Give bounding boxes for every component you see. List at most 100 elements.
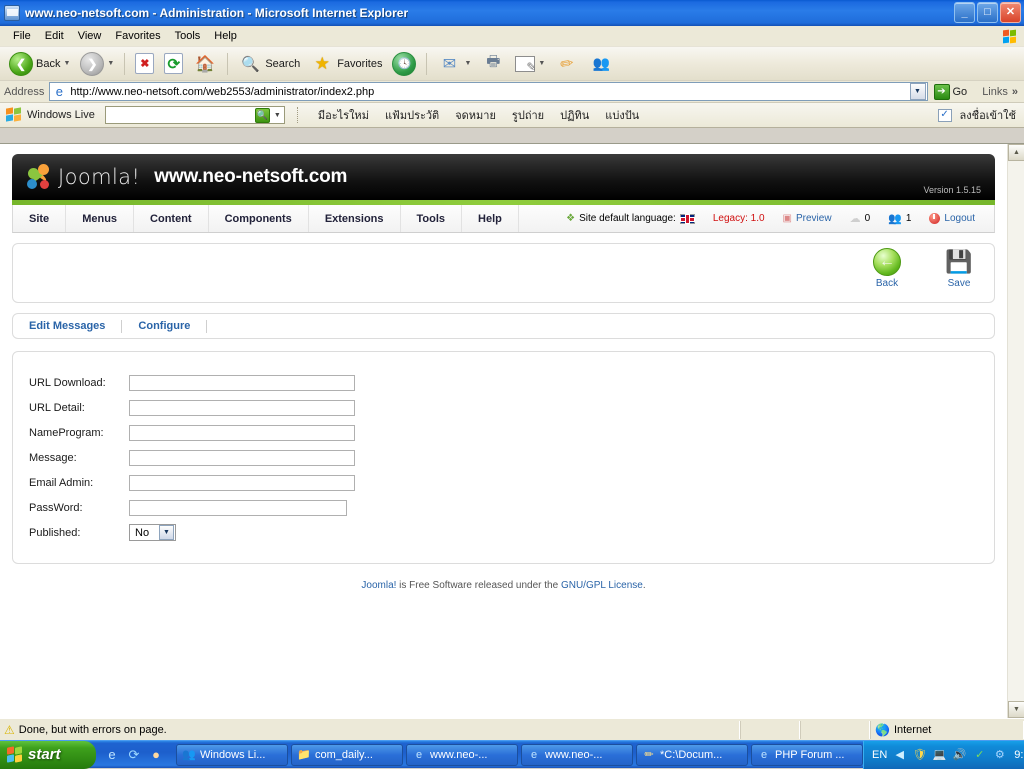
menu-item-favorites[interactable]: Favorites: [108, 28, 167, 44]
joomla-menu-extensions[interactable]: Extensions: [309, 205, 401, 232]
tab-configure[interactable]: Configure: [122, 320, 206, 332]
favorites-button[interactable]: Favorites: [305, 50, 387, 78]
taskbar-item-label: www.neo-...: [545, 748, 603, 761]
chevron-down-icon: ▼: [538, 60, 546, 67]
back-button[interactable]: Back ▼: [4, 50, 75, 78]
chevron-right-icon: »: [1011, 85, 1018, 98]
taskbar-item-com-daily[interactable]: 📁 com_daily...: [291, 743, 403, 766]
users-indicator[interactable]: 👥 1: [879, 212, 920, 225]
chevron-down-icon[interactable]: ▼: [159, 525, 174, 540]
input-message[interactable]: [129, 449, 355, 466]
joomla-menu-site[interactable]: Site: [13, 205, 67, 232]
star-icon: [310, 52, 334, 76]
select-published[interactable]: No ▼: [129, 524, 176, 541]
go-button-label: Go: [952, 85, 968, 98]
search-icon[interactable]: 🔍: [254, 107, 270, 123]
go-button[interactable]: ➔ Go: [928, 83, 979, 100]
minimize-button[interactable]: _: [954, 2, 975, 23]
wl-link-photos[interactable]: รูปถ่าย: [504, 106, 552, 124]
print-button[interactable]: [476, 50, 510, 78]
refresh-icon[interactable]: ⟳: [126, 747, 142, 763]
joomla-menu-components[interactable]: Components: [209, 205, 309, 232]
taskbar-item-windows-live[interactable]: 👥 Windows Li...: [176, 743, 288, 766]
links-label: Links: [982, 85, 1008, 98]
messages-indicator[interactable]: ☁ 0: [841, 212, 880, 225]
taskbar-item-neo-1[interactable]: e www.neo-...: [406, 743, 518, 766]
stop-button[interactable]: [130, 51, 159, 76]
scroll-up-button[interactable]: ▲: [1008, 144, 1024, 161]
updates-icon[interactable]: ⚙: [992, 747, 1007, 762]
status-zone-label: Internet: [893, 723, 932, 736]
close-button[interactable]: ✕: [1000, 2, 1021, 23]
joomla-menu-help[interactable]: Help: [462, 205, 519, 232]
uk-flag-icon: [679, 213, 695, 224]
wl-link-mail[interactable]: จดหมาย: [447, 106, 504, 124]
joomla-menu-content[interactable]: Content: [134, 205, 209, 232]
message-bubble-icon: ☁: [849, 213, 861, 225]
toolbar-back-button[interactable]: Back: [862, 248, 912, 289]
mail-button[interactable]: ▼: [432, 50, 476, 78]
links-button[interactable]: Links »: [978, 86, 1022, 98]
tray-chevron-icon[interactable]: ◀: [892, 747, 907, 762]
windows-live-toolbar: Windows Live 🔍 ▼ มีอะไรใหม่ แฟ้มประวัติ …: [0, 103, 1024, 128]
clock[interactable]: 9:14: [1014, 749, 1024, 761]
wl-link-share[interactable]: แบ่งปัน: [597, 106, 647, 124]
ie-icon: e: [530, 748, 538, 761]
maximize-button[interactable]: □: [977, 2, 998, 23]
taskbar-item-document[interactable]: ✏ *C:\Docum...: [636, 743, 748, 766]
shield-icon[interactable]: 🛡: [912, 747, 927, 762]
language-indicator[interactable]: EN: [872, 749, 887, 761]
edit-button[interactable]: ▼: [510, 54, 550, 74]
joomla-logo: Joomla!: [26, 164, 140, 190]
volume-icon[interactable]: 🔊: [952, 747, 967, 762]
footer-joomla-link[interactable]: Joomla!: [361, 580, 396, 591]
system-tray: EN ◀ 🛡 💻 🔊 ✓ ⚙ 9:14: [863, 740, 1024, 769]
tab-edit-messages[interactable]: Edit Messages: [29, 320, 121, 332]
sign-in-link[interactable]: ลงชื่อเข้าใช้: [960, 106, 1016, 124]
toolbar-save-button[interactable]: Save: [934, 248, 984, 289]
home-button[interactable]: [188, 50, 222, 78]
media-player-icon[interactable]: ●: [148, 747, 164, 763]
logout-button[interactable]: Logout: [920, 213, 984, 224]
start-button[interactable]: start: [0, 740, 96, 769]
forward-button[interactable]: ▼: [75, 50, 119, 78]
input-url-download[interactable]: [129, 374, 355, 391]
windows-live-search-box[interactable]: 🔍 ▼: [104, 106, 285, 124]
pencil-button[interactable]: [550, 50, 584, 78]
menu-item-file[interactable]: File: [6, 28, 38, 44]
address-dropdown-button[interactable]: ▼: [909, 83, 926, 100]
wl-link-whats-new[interactable]: มีอะไรใหม่: [310, 106, 377, 124]
taskbar-item-php-forum[interactable]: e PHP Forum ...: [751, 743, 863, 766]
folder-icon: 📁: [297, 749, 311, 761]
wl-link-profile[interactable]: แฟ้มประวัติ: [377, 106, 447, 124]
input-nameprogram[interactable]: [129, 424, 355, 441]
joomla-menu-menus[interactable]: Menus: [66, 205, 135, 232]
input-password[interactable]: [129, 499, 347, 516]
antivirus-icon[interactable]: ✓: [972, 747, 987, 762]
address-input[interactable]: e http://www.neo-netsoft.com/web2553/adm…: [49, 82, 928, 101]
messenger-button[interactable]: [584, 50, 618, 78]
wl-link-calendar[interactable]: ปฏิทิน: [552, 106, 597, 124]
ie-icon[interactable]: e: [104, 747, 120, 763]
toolbar-divider: [426, 52, 428, 75]
vertical-scrollbar[interactable]: ▲ ▼: [1007, 144, 1024, 718]
joomla-menu-tools[interactable]: Tools: [401, 205, 463, 232]
input-email-admin[interactable]: [129, 474, 355, 491]
scroll-down-button[interactable]: ▼: [1008, 701, 1024, 718]
menu-item-help[interactable]: Help: [207, 28, 244, 44]
preview-link[interactable]: ▣ Preview: [774, 213, 841, 224]
network-icon[interactable]: 💻: [932, 747, 947, 762]
menu-item-view[interactable]: View: [71, 28, 109, 44]
menu-item-tools[interactable]: Tools: [168, 28, 208, 44]
browser-viewport: Joomla! www.neo-netsoft.com Version 1.5.…: [0, 143, 1024, 718]
chevron-down-icon[interactable]: ▼: [274, 112, 281, 119]
refresh-button[interactable]: [159, 51, 188, 76]
footer-gpl-link[interactable]: GNU/GPL License: [561, 580, 643, 591]
scrollbar-track[interactable]: [1008, 161, 1024, 701]
ie-page-icon: e: [55, 83, 63, 99]
taskbar-item-neo-2[interactable]: e www.neo-...: [521, 743, 633, 766]
menu-item-edit[interactable]: Edit: [38, 28, 71, 44]
history-button[interactable]: [387, 50, 421, 78]
search-button[interactable]: Search: [233, 50, 305, 78]
input-url-detail[interactable]: [129, 399, 355, 416]
